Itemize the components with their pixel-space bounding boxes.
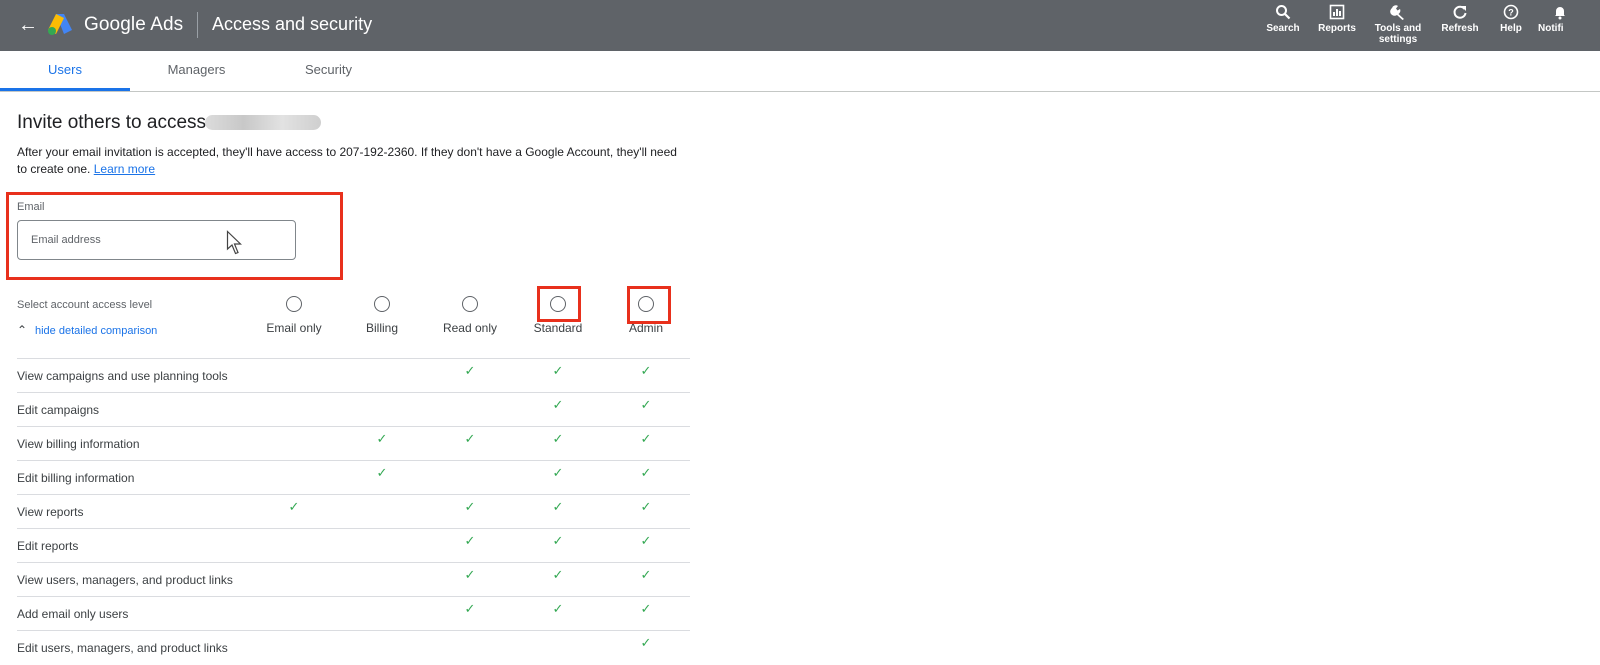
wrench-icon: [1390, 5, 1404, 20]
radio-read-only[interactable]: [462, 296, 478, 312]
tab-security[interactable]: Security: [272, 51, 385, 91]
permission-row: View users, managers, and product links ✓…: [17, 562, 690, 597]
search-icon: [1276, 5, 1291, 20]
permission-row: Edit reports ✓ ✓ ✓: [17, 528, 690, 563]
radio-billing[interactable]: [374, 296, 390, 312]
radio-email-only[interactable]: [286, 296, 302, 312]
tools-and-settings-button[interactable]: Tools and settings: [1372, 4, 1424, 45]
checkmark-icon: ✓: [552, 363, 564, 378]
checkmark-icon: ✓: [464, 431, 476, 446]
notifications-button[interactable]: Notifi: [1538, 4, 1600, 34]
permission-row: View billing information ✓ ✓ ✓ ✓: [17, 426, 690, 461]
search-label: Search: [1266, 23, 1300, 34]
permission-row: Add email only users ✓ ✓ ✓: [17, 596, 690, 631]
permission-row: View campaigns and use planning tools ✓ ✓ ✓: [17, 358, 690, 393]
permission-row: Edit billing information ✓ ✓ ✓: [17, 460, 690, 495]
chevron-up-icon: ⌃: [17, 323, 28, 337]
checkmark-icon: ✓: [640, 499, 652, 514]
checkmark-icon: ✓: [552, 431, 564, 446]
access-level-email-only[interactable]: Email only: [254, 296, 334, 335]
svg-text:?: ?: [1508, 8, 1514, 18]
reports-icon: [1329, 4, 1345, 20]
checkmark-icon: ✓: [376, 465, 388, 480]
search-button[interactable]: Search: [1264, 4, 1302, 34]
access-level-label: Read only: [442, 321, 498, 335]
checkmark-icon: ✓: [552, 465, 564, 480]
email-label: Email: [17, 201, 45, 213]
page-title: Access and security: [212, 14, 373, 34]
checkmark-icon: ✓: [552, 533, 564, 548]
admin-radio-highlight-box: [627, 286, 671, 324]
checkmark-icon: ✓: [640, 601, 652, 616]
permission-label: View reports: [17, 505, 84, 519]
refresh-label: Refresh: [1441, 23, 1479, 34]
tab-managers[interactable]: Managers: [140, 51, 253, 91]
tab-users[interactable]: Users: [0, 51, 130, 91]
bell-icon: [1555, 7, 1565, 20]
checkmark-icon: ✓: [464, 499, 476, 514]
permission-label: View users, managers, and product links: [17, 573, 233, 587]
refresh-button[interactable]: Refresh: [1439, 4, 1481, 34]
checkmark-icon: ✓: [640, 363, 652, 378]
access-level-read-only[interactable]: Read only: [430, 296, 510, 335]
permission-label: Edit users, managers, and product links: [17, 641, 228, 655]
permission-label: View billing information: [17, 437, 140, 451]
back-button[interactable]: ←: [16, 13, 40, 37]
permission-label: View campaigns and use planning tools: [17, 369, 228, 383]
checkmark-icon: ✓: [464, 363, 476, 378]
redacted-account-name: [205, 115, 321, 130]
checkmark-icon: ✓: [640, 635, 652, 650]
access-level-label: Billing: [365, 321, 398, 335]
permission-row: View reports ✓ ✓ ✓ ✓: [17, 494, 690, 529]
help-label: Help: [1500, 23, 1522, 34]
permission-label: Edit reports: [17, 539, 79, 553]
help-icon: ?: [1503, 4, 1519, 20]
brand-name: Google Ads: [84, 14, 184, 35]
checkmark-icon: ✓: [640, 465, 652, 480]
hide-detailed-comparison-label: hide detailed comparison: [35, 325, 158, 337]
checkmark-icon: ✓: [464, 601, 476, 616]
checkmark-icon: ✓: [552, 601, 564, 616]
standard-radio-highlight-box: [537, 286, 581, 322]
arrow-back-icon: ←: [18, 14, 38, 36]
tab-bar: Users Managers Security: [0, 51, 1600, 92]
learn-more-link[interactable]: Learn more: [94, 162, 155, 176]
active-tab-indicator: [0, 88, 130, 91]
access-level-label: Email only: [266, 321, 322, 335]
permission-label: Edit billing information: [17, 471, 135, 485]
select-access-level-label: Select account access level: [17, 299, 153, 311]
checkmark-icon: ✓: [640, 533, 652, 548]
checkmark-icon: ✓: [640, 567, 652, 582]
help-button[interactable]: ? Help: [1496, 4, 1526, 34]
hide-detailed-comparison-link[interactable]: ⌃ hide detailed comparison: [17, 323, 157, 337]
refresh-icon: [1453, 5, 1467, 19]
checkmark-icon: ✓: [464, 567, 476, 582]
permission-row: Edit campaigns ✓ ✓: [17, 392, 690, 427]
permission-label: Add email only users: [17, 607, 129, 621]
checkmark-icon: ✓: [552, 397, 564, 412]
checkmark-icon: ✓: [464, 533, 476, 548]
checkmark-icon: ✓: [640, 397, 652, 412]
checkmark-icon: ✓: [552, 567, 564, 582]
permission-row: Edit users, managers, and product links ✓: [17, 630, 690, 665]
header-divider: [197, 12, 198, 38]
checkmark-icon: ✓: [640, 431, 652, 446]
reports-label: Reports: [1318, 23, 1356, 34]
email-input[interactable]: [17, 220, 296, 260]
app-header: ← Google Ads Access and security Search …: [0, 0, 1600, 51]
checkmark-icon: ✓: [552, 499, 564, 514]
checkmark-icon: ✓: [288, 499, 300, 514]
notifications-label: Notifi: [1538, 23, 1564, 34]
permission-label: Edit campaigns: [17, 403, 100, 417]
mouse-cursor-icon: [226, 230, 242, 255]
invite-heading: Invite others to access: [17, 112, 207, 133]
access-level-label: Standard: [533, 321, 583, 335]
reports-button[interactable]: Reports: [1316, 4, 1358, 34]
tools-and-settings-label: Tools and settings: [1374, 23, 1422, 45]
checkmark-icon: ✓: [376, 431, 388, 446]
google-ads-logo-icon: [46, 12, 74, 36]
invite-description: After your email invitation is accepted,…: [17, 144, 677, 178]
access-level-billing[interactable]: Billing: [342, 296, 422, 335]
